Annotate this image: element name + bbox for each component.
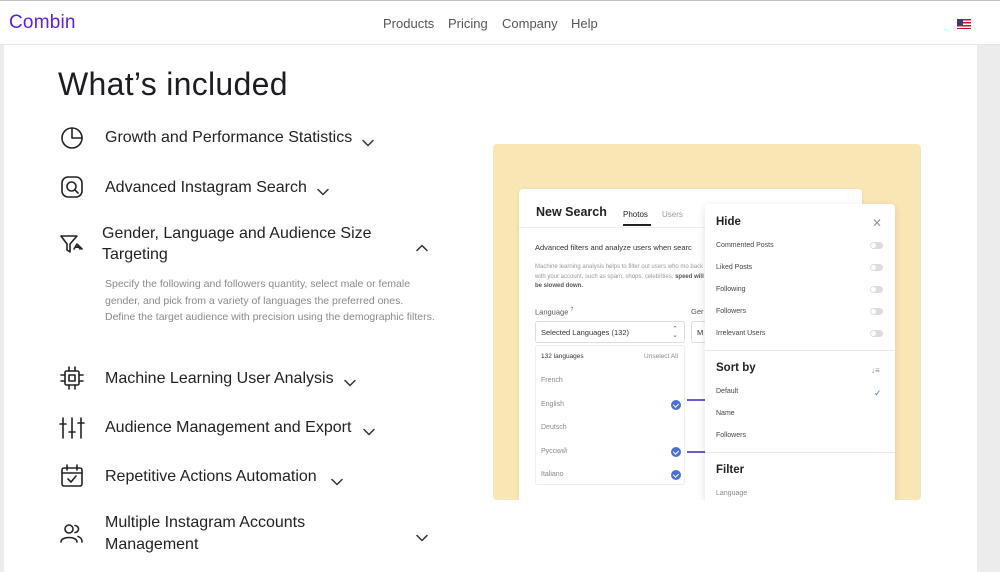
sort-title: Sort by <box>716 362 756 374</box>
checkmark-icon: ✓ <box>874 388 882 398</box>
sort-option: Followers <box>716 432 746 439</box>
instagram-icon <box>59 174 85 200</box>
language-option: Italiano <box>541 471 564 478</box>
language-label: Language ? <box>535 307 574 317</box>
toggle-icon <box>870 264 883 271</box>
language-dropdown: 132 languages Unselect All French Englis… <box>535 345 685 485</box>
users-icon <box>59 520 85 546</box>
chevron-down-icon <box>363 423 375 436</box>
feature-label: Management <box>105 536 199 553</box>
feature-description: Specify the following and followers quan… <box>105 278 435 323</box>
tab-photos: Photos <box>623 210 648 219</box>
language-count: 132 languages <box>541 353 584 360</box>
feature-label: Audience Management and Export <box>105 419 352 436</box>
hide-option: Irrelevant Users <box>716 330 766 337</box>
toggle-icon <box>870 242 883 249</box>
language-option: Русский <box>541 448 567 455</box>
check-icon <box>671 400 681 410</box>
chevron-down-icon <box>331 473 343 486</box>
new-search-title: New Search <box>536 205 607 219</box>
hide-option: Following <box>716 286 746 293</box>
language-select: Selected Languages (132) ⌃ ⌄ <box>535 321 685 343</box>
pie-chart-icon <box>59 125 85 151</box>
feature-label: Targeting <box>102 246 168 263</box>
calendar-check-icon <box>59 463 85 489</box>
chevron-up-icon <box>416 239 428 252</box>
nav-products[interactable]: Products <box>383 16 434 31</box>
nav-company[interactable]: Company <box>502 16 558 31</box>
hide-option: Followers <box>716 308 746 315</box>
filter-title: Filter <box>716 464 745 476</box>
sliders-icon <box>59 415 85 441</box>
site-header: Combin Products Pricing Company Help <box>0 1 1000 45</box>
search-subtitle: Advanced filters and analyze users when … <box>535 243 692 252</box>
divider <box>705 452 895 453</box>
us-flag-icon[interactable] <box>957 19 971 29</box>
check-icon <box>671 447 681 457</box>
feature-label: Growth and Performance Statistics <box>105 129 353 146</box>
hide-option: Liked Posts <box>716 264 753 271</box>
filter-icon <box>59 231 85 257</box>
chevron-down-icon <box>344 374 356 387</box>
gender-label: Ger <box>691 307 704 316</box>
check-icon <box>671 470 681 480</box>
nav-pricing[interactable]: Pricing <box>448 16 488 31</box>
hide-sort-filter-card: Hide ✕ Commented Posts Liked Posts Follo… <box>705 204 895 500</box>
hide-option: Commented Posts <box>716 242 774 249</box>
toggle-icon <box>870 308 883 315</box>
language-option: French <box>541 377 563 384</box>
language-option: English <box>541 401 564 408</box>
toggle-icon <box>870 286 883 293</box>
nav-help[interactable]: Help <box>571 16 598 31</box>
chevron-down-icon <box>317 183 329 196</box>
page-title: What’s included <box>58 66 288 102</box>
sort-option: Name <box>716 410 735 417</box>
chevron-down-icon <box>416 529 428 542</box>
combin-logo[interactable]: Combin <box>9 12 76 34</box>
ml-description: Machine learning analysis helps to filte… <box>535 264 704 289</box>
chevron-down-icon <box>362 134 374 147</box>
page: Combin Products Pricing Company Help Wha… <box>0 0 1000 572</box>
tab-users: Users <box>662 210 683 219</box>
feature-label: Advanced Instagram Search <box>105 179 307 196</box>
feature-label: Repetitive Actions Automation <box>105 468 317 485</box>
divider <box>705 350 895 351</box>
active-tab-indicator <box>623 224 651 226</box>
filter-option: Language <box>716 490 748 497</box>
select-arrows-icon: ⌃ ⌄ <box>672 326 678 339</box>
feature-label: Multiple Instagram Accounts <box>105 514 306 531</box>
chip-icon <box>59 365 85 391</box>
feature-label: Gender, Language and Audience Size <box>102 225 372 242</box>
close-icon: ✕ <box>872 216 883 230</box>
sort-icon: ↓≡ <box>871 366 880 375</box>
hide-title: Hide <box>716 216 741 228</box>
language-option: Deutsch <box>541 424 567 431</box>
toggle-icon <box>870 330 883 337</box>
feature-label: Machine Learning User Analysis <box>105 370 334 387</box>
product-illustration: New Search Photos Users Advanced filters… <box>493 144 921 500</box>
unselect-all-link: Unselect All <box>644 353 678 360</box>
sort-option: Default <box>716 388 739 395</box>
